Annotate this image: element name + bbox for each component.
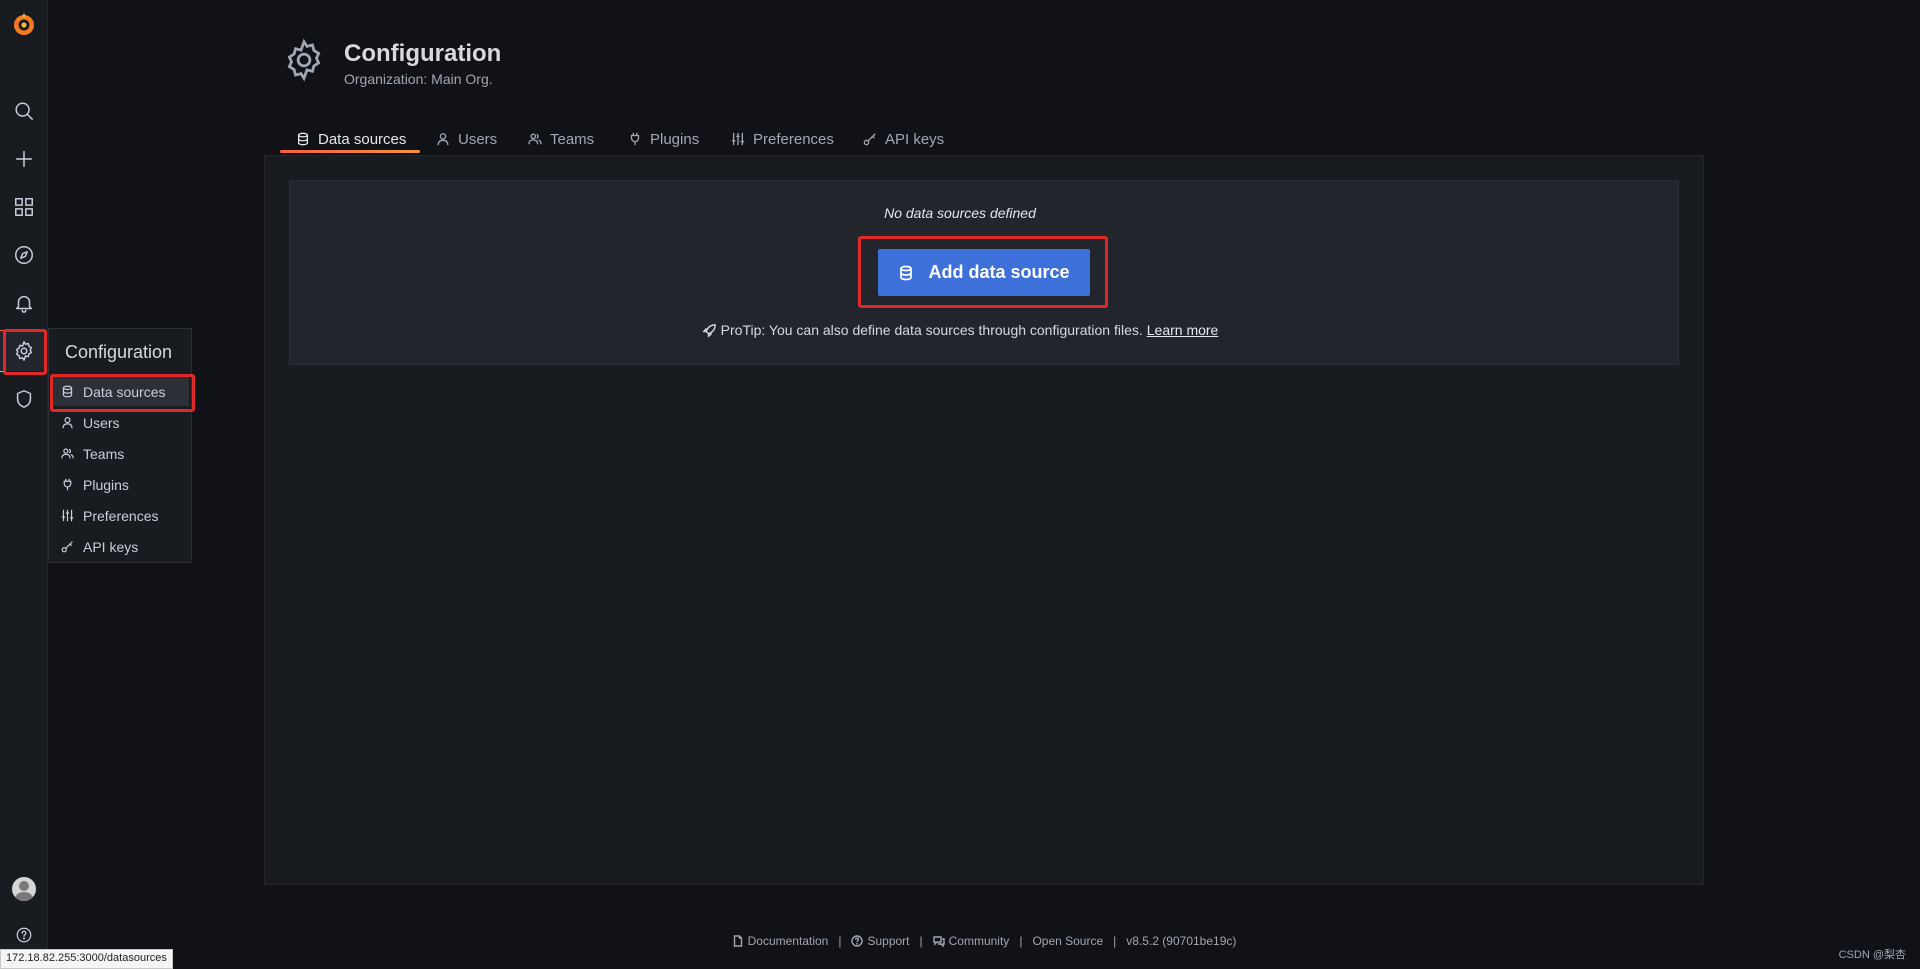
comments-icon	[932, 936, 945, 947]
sliders-icon	[61, 509, 74, 522]
document-icon	[733, 935, 742, 947]
tab-label: Users	[458, 130, 498, 148]
support-label: Support	[867, 934, 910, 948]
documentation-link[interactable]: Documentation	[732, 934, 829, 948]
tab-label: Preferences	[753, 130, 834, 148]
flyout-item-label: Data sources	[83, 383, 166, 400]
protip: ProTip: You can also define data sources…	[0, 322, 1920, 338]
tab-plugins[interactable]: Plugins	[628, 124, 699, 154]
flyout-item-api-keys[interactable]: API keys	[53, 532, 189, 561]
open-source-label: Open Source	[1032, 934, 1104, 948]
footer-separator: |	[838, 934, 842, 948]
explore-icon[interactable]	[0, 235, 48, 275]
avatar[interactable]	[12, 877, 36, 901]
tab-label: Data sources	[318, 130, 407, 148]
page-subtitle: Organization: Main Org.	[344, 71, 493, 87]
active-tab-underline	[280, 150, 420, 153]
flyout-item-label: Preferences	[83, 507, 159, 524]
key-icon	[863, 133, 876, 146]
flyout-item-data-sources[interactable]: Data sources	[53, 377, 189, 406]
flyout-title[interactable]: Configuration	[65, 342, 172, 363]
rocket-icon	[702, 323, 716, 338]
add-data-source-label: Add data source	[928, 262, 1070, 282]
users-icon	[528, 133, 542, 145]
shield-icon[interactable]	[0, 379, 48, 419]
user-icon	[437, 133, 449, 146]
flyout-item-teams[interactable]: Teams	[53, 439, 189, 468]
flyout-item-users[interactable]: Users	[53, 408, 189, 437]
database-icon	[297, 132, 309, 146]
search-icon[interactable]	[0, 91, 48, 131]
footer: Documentation | Support | Community | Op…	[0, 934, 1920, 948]
footer-separator: |	[1113, 934, 1117, 948]
sliders-icon	[731, 132, 745, 146]
status-url-tooltip: 172.18.82.255:3000/datasources	[0, 949, 173, 969]
version-text: v8.5.2 (90701be19c)	[1126, 934, 1236, 948]
tab-teams[interactable]: Teams	[528, 124, 594, 154]
key-icon	[61, 541, 73, 553]
flyout-item-label: Plugins	[83, 476, 129, 493]
side-nav	[0, 0, 48, 969]
user-icon	[62, 417, 73, 429]
plug-icon	[63, 478, 72, 491]
flyout-item-label: API keys	[83, 538, 139, 555]
config-flyout-menu: Configuration Data sources Users Teams P…	[48, 328, 192, 563]
database-icon	[900, 265, 913, 280]
footer-separator: |	[919, 934, 923, 948]
community-link[interactable]: Community	[932, 934, 1010, 948]
watermark: CSDN @梨杏	[1838, 949, 1906, 961]
support-link[interactable]: Support	[851, 934, 910, 948]
tab-label: Teams	[550, 130, 595, 148]
tab-preferences[interactable]: Preferences	[731, 124, 834, 154]
learn-more-link[interactable]: Learn more	[1147, 322, 1219, 338]
plug-icon	[630, 132, 640, 146]
plus-icon[interactable]	[0, 139, 48, 179]
flyout-item-label: Teams	[83, 445, 125, 462]
flyout-item-plugins[interactable]: Plugins	[53, 470, 189, 499]
community-label: Community	[948, 934, 1010, 948]
flyout-item-label: Users	[83, 414, 120, 431]
grafana-logo[interactable]	[10, 10, 38, 38]
tab-label: API keys	[885, 130, 945, 148]
question-circle-icon	[851, 935, 864, 947]
documentation-label: Documentation	[747, 934, 829, 948]
footer-separator: |	[1019, 934, 1023, 948]
protip-text: ProTip: You can also define data sources…	[720, 322, 1143, 338]
tab-users[interactable]: Users	[436, 124, 497, 154]
page-title: Configuration	[344, 40, 502, 67]
users-icon	[61, 448, 74, 459]
open-source-link[interactable]: Open Source	[1032, 934, 1103, 948]
add-data-source-button[interactable]: Add data source	[878, 249, 1090, 296]
alerting-icon[interactable]	[0, 283, 48, 323]
database-icon	[62, 385, 73, 398]
cog-icon	[282, 38, 326, 82]
tab-label: Plugins	[650, 130, 700, 148]
version-label: v8.5.2 (90701be19c)	[1126, 934, 1237, 948]
tab-api-keys[interactable]: API keys	[863, 124, 944, 154]
flyout-item-preferences[interactable]: Preferences	[53, 501, 189, 530]
empty-message: No data sources defined	[884, 205, 1036, 221]
